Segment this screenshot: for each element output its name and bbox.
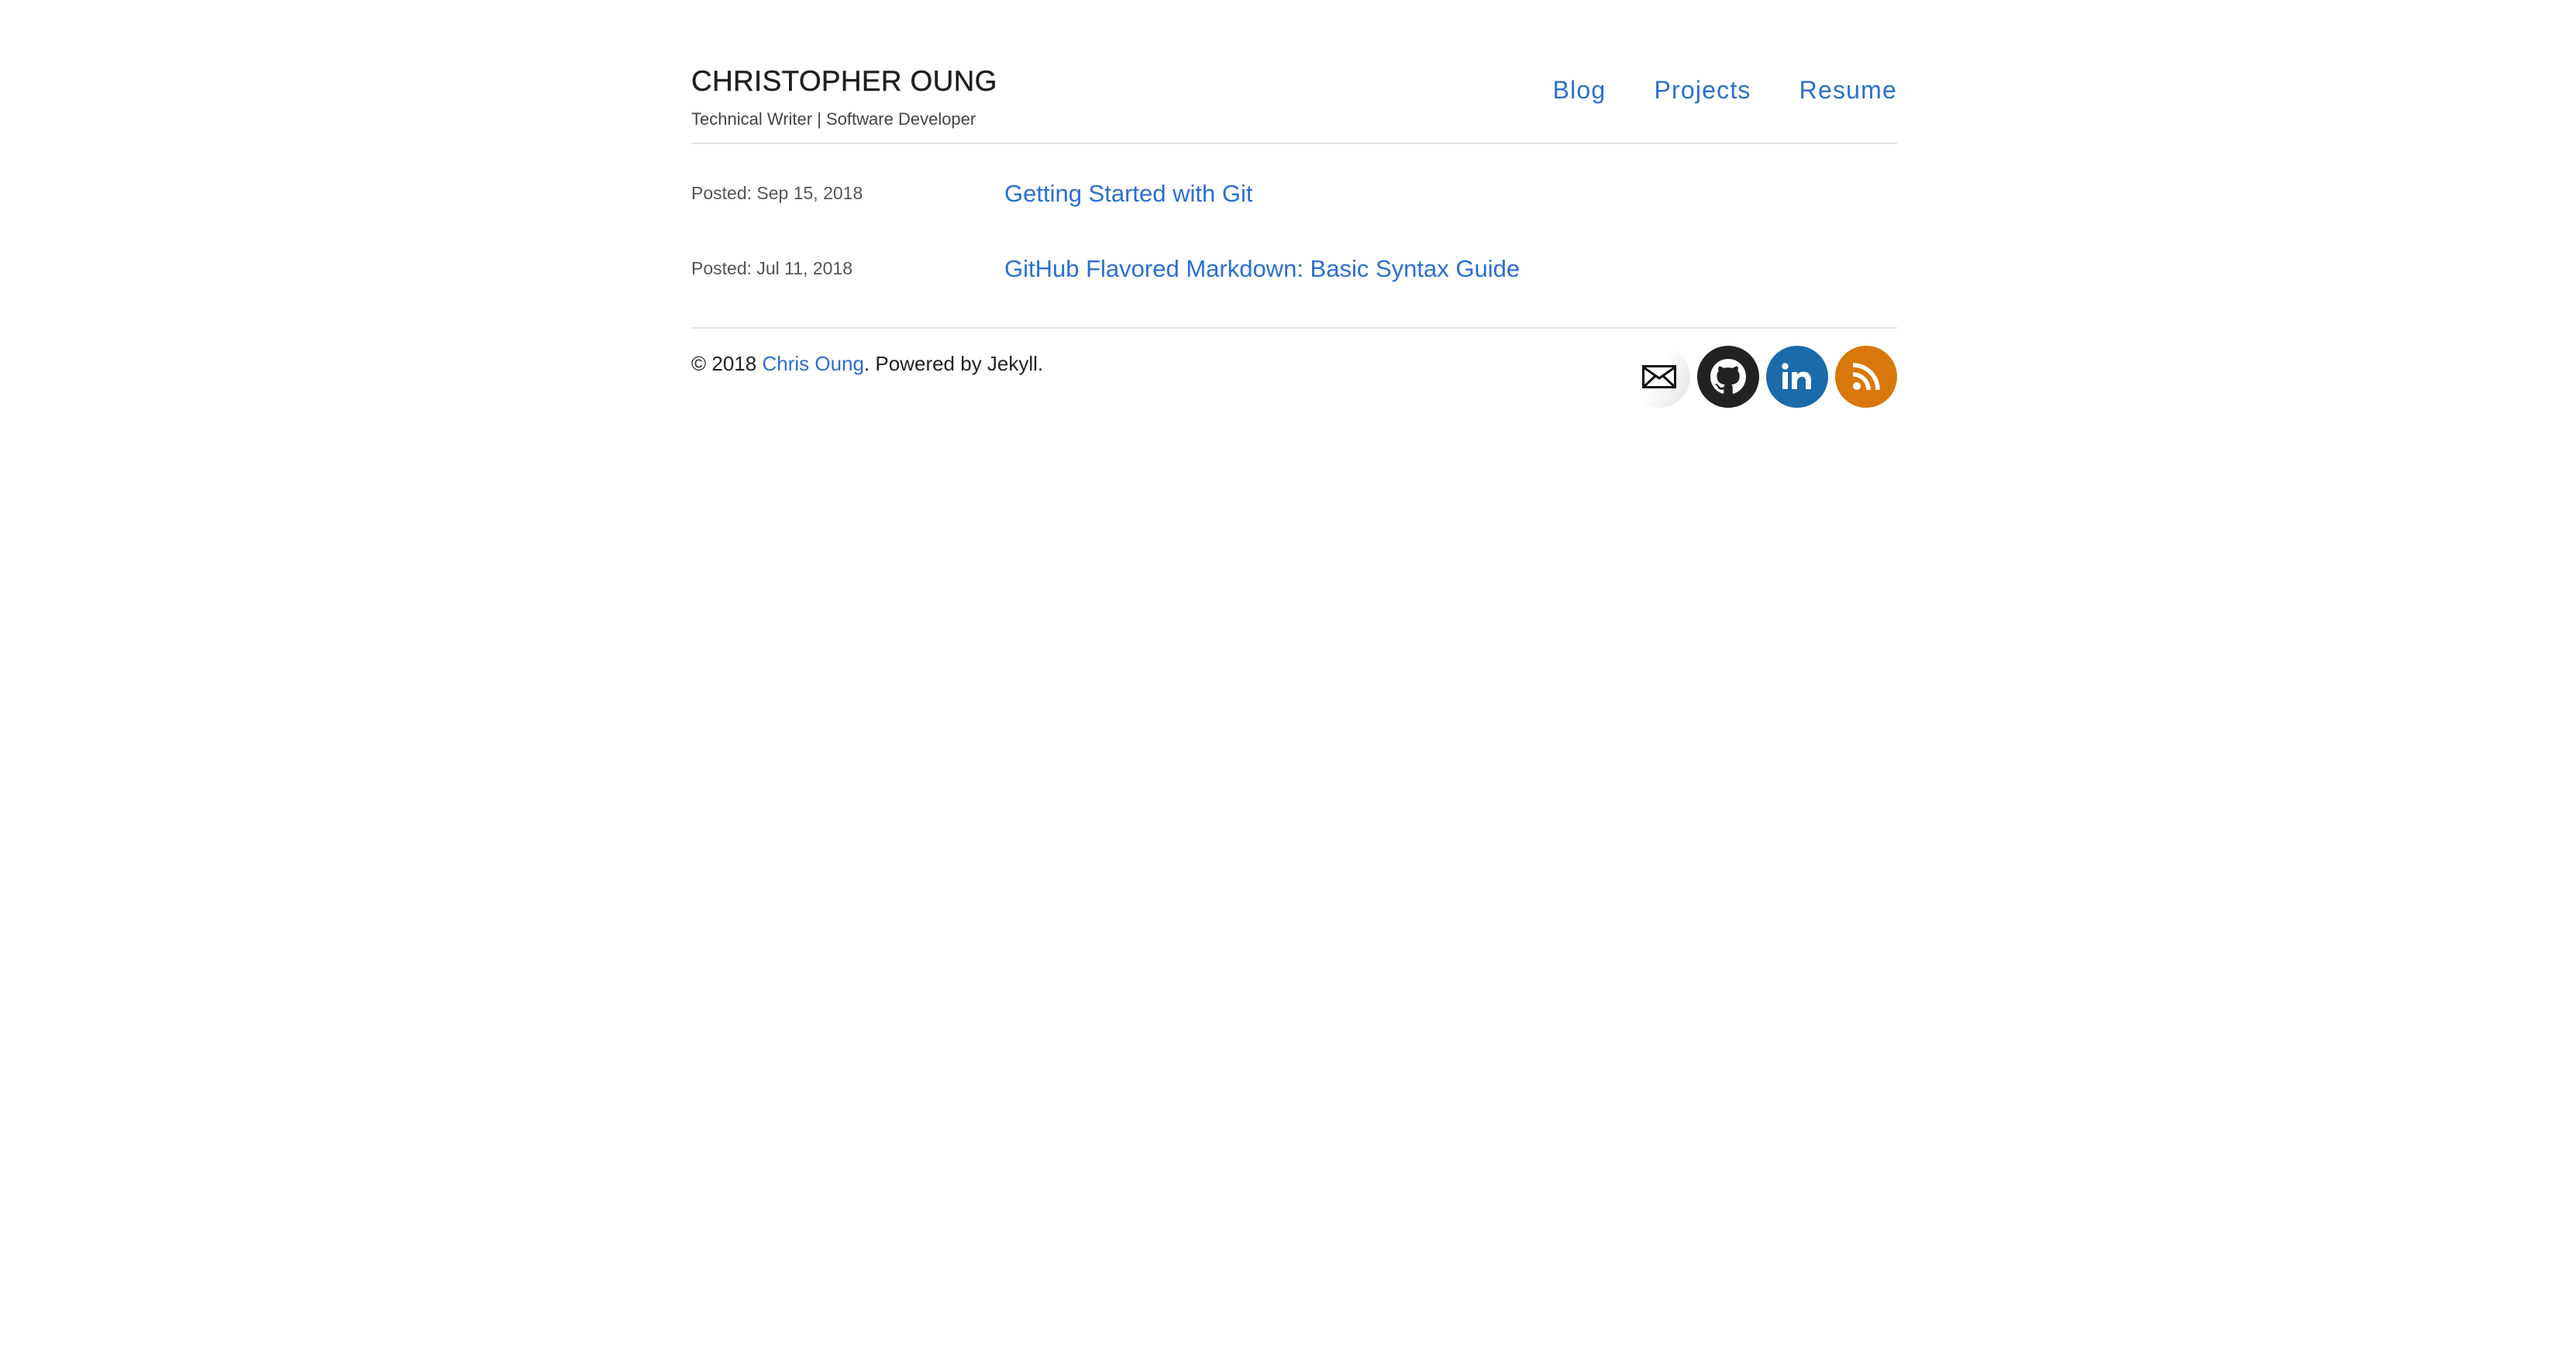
site-title[interactable]: CHRISTOPHER OUNG <box>691 65 997 98</box>
nav-link-blog[interactable]: Blog <box>1553 76 1607 105</box>
rss-button[interactable] <box>1835 346 1897 408</box>
post-list: Posted: Sep 15, 2018 Getting Started wit… <box>691 144 1897 329</box>
author-link[interactable]: Chris Oung <box>762 352 864 375</box>
copyright-prefix: © 2018 <box>691 352 763 375</box>
site-nav: Blog Projects Resume <box>1553 76 1897 105</box>
github-icon <box>1710 359 1746 395</box>
post-item: Posted: Jul 11, 2018 GitHub Flavored Mar… <box>691 250 1897 297</box>
site-tagline: Technical Writer | Software Developer <box>691 109 976 129</box>
linkedin-button[interactable] <box>1766 346 1828 408</box>
powered-by-text: . Powered by Jekyll. <box>863 352 1044 375</box>
post-date: Posted: Jul 11, 2018 <box>691 258 852 278</box>
linkedin-icon <box>1780 361 1814 392</box>
social-links <box>1628 346 1897 408</box>
post-title-link[interactable]: Getting Started with Git <box>1004 180 1252 208</box>
nav-link-projects[interactable]: Projects <box>1654 76 1751 105</box>
email-button[interactable] <box>1628 346 1690 408</box>
envelope-icon <box>1642 365 1676 388</box>
nav-link-resume[interactable]: Resume <box>1799 76 1897 105</box>
post-title-link[interactable]: GitHub Flavored Markdown: Basic Syntax G… <box>1004 255 1520 283</box>
rss-icon <box>1851 361 1882 392</box>
github-button[interactable] <box>1697 346 1759 408</box>
footer-copyright: © 2018 Chris Oung. Powered by Jekyll. <box>691 352 1043 376</box>
post-date: Posted: Sep 15, 2018 <box>691 183 863 203</box>
site-footer: © 2018 Chris Oung. Powered by Jekyll. <box>691 329 1897 437</box>
site-header: CHRISTOPHER OUNG Technical Writer | Soft… <box>691 0 1897 144</box>
page-container: CHRISTOPHER OUNG Technical Writer | Soft… <box>691 0 1897 437</box>
post-item: Posted: Sep 15, 2018 Getting Started wit… <box>691 175 1897 222</box>
